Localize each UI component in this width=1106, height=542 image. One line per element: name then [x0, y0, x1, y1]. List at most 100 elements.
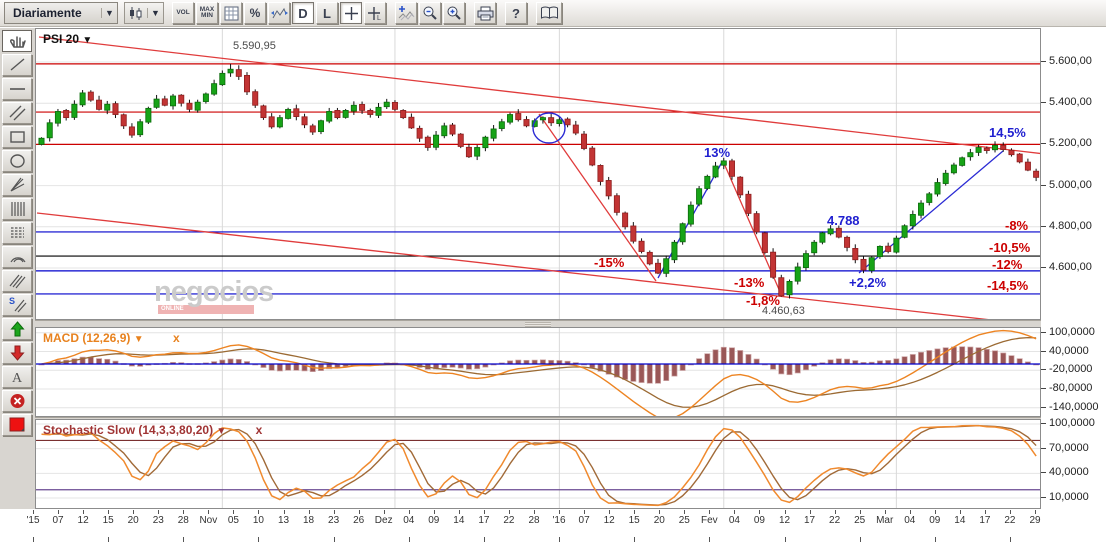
date-tick [258, 510, 260, 514]
date-label: 13 [277, 515, 290, 526]
axis-tick [1041, 423, 1046, 424]
date-axis: '15 07 12 15 20 23 28 Nov 05 10 13 18 23 26 Dez 04 09 14 1… [0, 509, 1106, 542]
date-tick [709, 537, 711, 542]
zoom-in-button[interactable] [443, 2, 465, 24]
date-label: 10 [252, 515, 264, 526]
tool-fibonacci-retracement[interactable] [2, 222, 32, 244]
date-tick [108, 510, 110, 514]
date-label: 28 [528, 515, 540, 526]
stochastic-axis: 100,0000 70,0000 40,0000 10,0000 [1041, 417, 1105, 509]
tool-fibonacci-arc[interactable] [2, 246, 32, 268]
volume-button[interactable]: VOL [172, 2, 194, 24]
chevron-down-icon[interactable]: ▼ [216, 426, 226, 437]
chevron-down-icon[interactable]: ▼ [134, 334, 144, 345]
fibonacci-time-zones-icon [10, 202, 25, 216]
axis-label: -20,0000 [1049, 363, 1093, 376]
date-tick [659, 510, 661, 514]
tool-text[interactable]: A [2, 366, 32, 388]
axis-label: 5.600,00 [1049, 55, 1092, 67]
pan-hand-icon [9, 36, 26, 48]
date-tick [408, 537, 410, 542]
axis-label: 100,0000 [1049, 325, 1095, 338]
date-tick [33, 537, 34, 542]
arrow-up-icon [9, 321, 25, 337]
date-tick [859, 537, 861, 542]
price-chart-panel[interactable]: negocios ONLINE PSI 20 ▼ 5.590,95 -15% 13%… [35, 28, 1041, 320]
tool-fan-lines[interactable] [2, 174, 32, 196]
date-label: 05 [227, 515, 239, 526]
tool-ellipse[interactable] [2, 150, 32, 172]
tool-color-swatch[interactable] [2, 414, 32, 436]
panel-resize-divider[interactable] [35, 320, 1041, 327]
stochastic-close-button[interactable]: x [256, 423, 263, 437]
date-tick [809, 510, 811, 514]
axis-tick [1041, 496, 1046, 498]
date-tick [709, 510, 711, 514]
date-label: 26 [353, 515, 365, 526]
date-label: 22 [829, 515, 841, 526]
period-dropdown[interactable]: Diariamente ▼ [4, 2, 118, 24]
tool-speed-resistance-lines[interactable]: S [2, 294, 32, 316]
date-label: 04 [904, 515, 916, 526]
date-tick [158, 510, 160, 514]
help-button[interactable]: ? [505, 2, 527, 24]
date-tick [333, 537, 335, 542]
chart-annotation: -8% [1005, 218, 1029, 233]
chart-style-dropdown[interactable]: ▼ [124, 2, 164, 24]
date-label: 25 [854, 515, 866, 526]
date-label: '15 [26, 515, 40, 526]
axis-tick [1041, 102, 1046, 104]
date-tick [83, 510, 85, 514]
tool-arrow-up[interactable] [2, 318, 32, 340]
add-indicator-button[interactable] [395, 2, 417, 24]
stochastic-panel[interactable]: Stochastic Slow (14,3,3,80,20) ▼ x [35, 419, 1041, 509]
symbol-label[interactable]: PSI 20 ▼ [43, 32, 92, 46]
manual-button[interactable] [536, 2, 562, 24]
tool-parallel-lines[interactable] [2, 102, 32, 124]
fit-chart-button[interactable] [268, 2, 290, 24]
delete-icon [10, 394, 24, 408]
tool-pan-hand[interactable] [2, 30, 32, 52]
print-button[interactable] [474, 2, 496, 24]
print-icon [477, 6, 493, 20]
date-tick [634, 510, 636, 514]
tool-fibonacci-time-zones[interactable] [2, 198, 32, 220]
date-label: 15 [102, 515, 114, 526]
add-indicator-icon [398, 6, 414, 21]
date-label: 20 [127, 515, 139, 526]
crosshair-label-button[interactable]: L [364, 2, 386, 24]
tool-speed-lines[interactable] [2, 270, 32, 292]
macd-panel[interactable]: MACD (12,26,9) ▼ x [35, 327, 1041, 417]
book-icon [540, 6, 558, 19]
daily-mode-button[interactable]: D [292, 2, 314, 24]
tool-delete[interactable] [2, 390, 32, 412]
crosshair-button[interactable] [340, 2, 362, 24]
grid-toggle-button[interactable] [220, 2, 242, 24]
axis-label: 100,0000 [1049, 417, 1095, 429]
date-tick [208, 510, 210, 514]
zoom-out-button[interactable] [419, 2, 441, 24]
date-tick [183, 510, 185, 514]
date-label: 22 [1004, 515, 1016, 526]
line-mode-button[interactable]: L [316, 2, 338, 24]
date-label: 29 [1029, 515, 1041, 526]
top-toolbar: Diariamente ▼ ▼ VOL MAX MIN % D L L ? [0, 0, 1106, 27]
tool-arrow-down[interactable] [2, 342, 32, 364]
axis-label: 10,0000 [1049, 490, 1089, 503]
fan-lines-icon [10, 177, 24, 192]
speed-lines-icon [9, 274, 25, 289]
date-tick [609, 510, 611, 514]
chevron-down-icon: ▼ [147, 8, 163, 18]
chart-annotation: 4.788 [827, 213, 860, 228]
date-tick [734, 510, 736, 514]
percent-scale-button[interactable]: % [244, 2, 266, 24]
tool-horizontal-line[interactable] [2, 78, 32, 100]
date-tick [784, 537, 786, 542]
macd-close-button[interactable]: x [173, 331, 180, 345]
arrow-down-icon [9, 345, 25, 361]
maxmin-button[interactable]: MAX MIN [196, 2, 218, 24]
macd-label: MACD (12,26,9) ▼ x [43, 331, 180, 345]
tool-trend-line[interactable] [2, 54, 32, 76]
date-label: 14 [954, 515, 966, 526]
tool-rectangle[interactable] [2, 126, 32, 148]
